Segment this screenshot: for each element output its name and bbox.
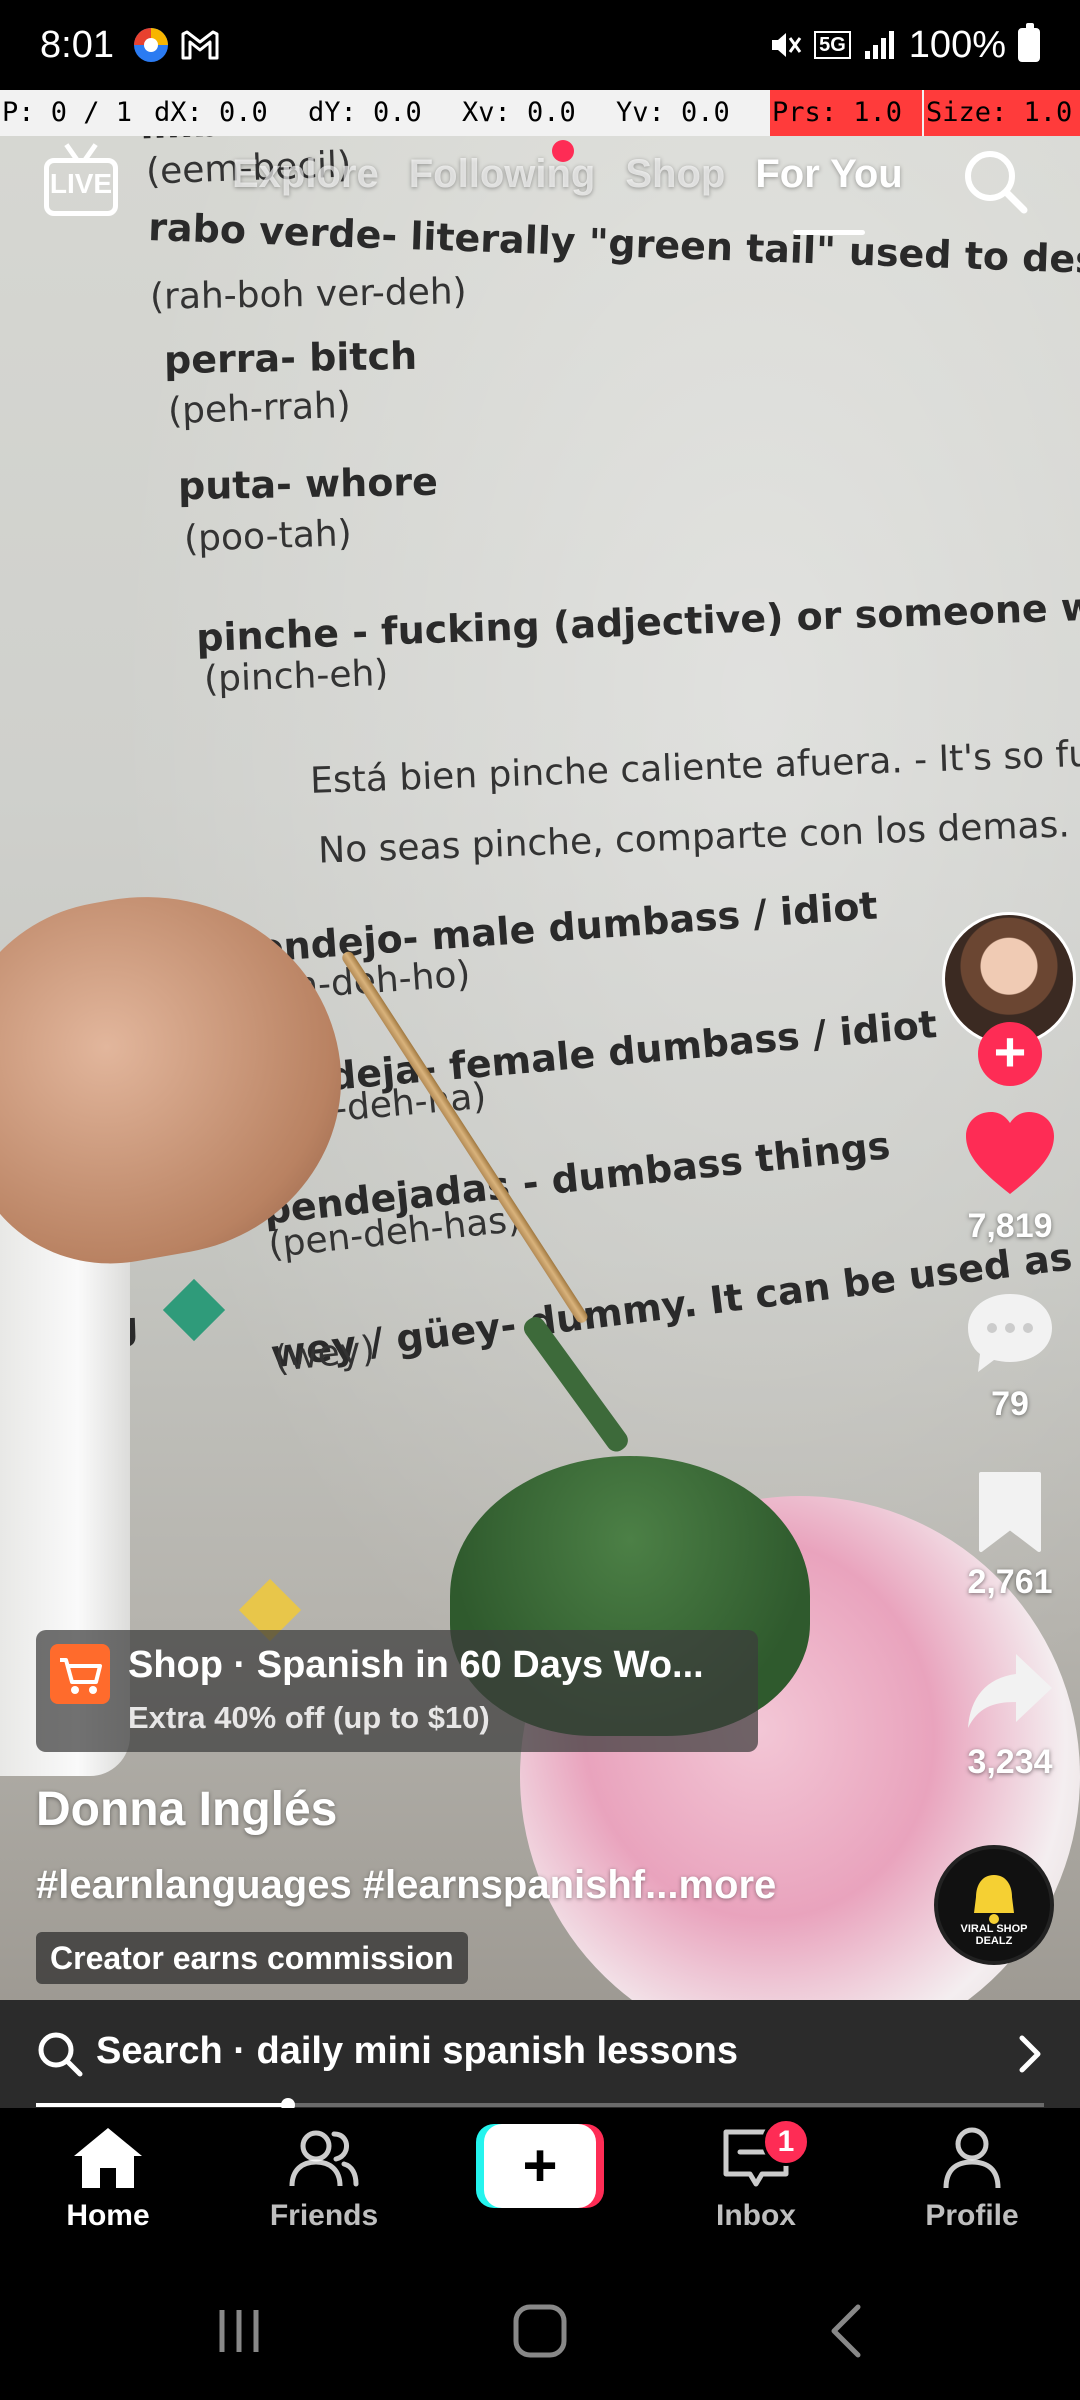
shop-title: Shop · Spanish in 60 Days Wo... [128,1644,704,1686]
creator-avatar-button[interactable]: + [942,912,1076,1086]
comment-icon [968,1294,1052,1372]
top-nav: LIVE Explore Following Shop For You [0,140,1080,250]
gmail-icon [181,30,219,60]
nav-profile-label: Profile [925,2199,1019,2232]
shop-product-card[interactable]: Shop · Spanish in 60 Days Wo... Extra 40… [36,1630,758,1752]
pointer-size: Size: 1.0 [924,90,1080,136]
pointer-count: P: 0 / 1 [2,97,133,128]
caption[interactable]: #learnlanguages #learnspanishf...more [36,1863,776,1908]
pointer-dy: dY: 0.0 [308,97,422,128]
pointer-dx: dX: 0.0 [154,97,268,128]
book-line: (peh-rrah) [167,384,352,433]
comment-count: 79 [991,1385,1029,1423]
caption-more-link[interactable]: ...more [645,1863,776,1907]
pointer-yv: Yv: 0.0 [616,97,730,128]
status-bar: 8:01 5G 100% [0,0,1080,90]
recent-apps-icon[interactable] [212,2304,266,2358]
status-right: 5G 100% [768,23,1040,67]
like-count: 7,819 [967,1207,1053,1245]
nav-friends[interactable]: Friends [234,2126,414,2233]
battery-icon [1018,23,1040,62]
book-line: puta- whore [177,459,439,509]
search-suggestion-text: Search · daily mini spanish lessons [96,2030,739,2072]
music-disc[interactable]: VIRAL SHOP DEALZ [934,1845,1054,1965]
battery-percent: 100% [908,23,1006,66]
shop-discount: Extra 40% off (up to $10) [128,1700,490,1735]
home-icon [74,2128,142,2188]
bottom-nav: Home Friends + 1 Inbox Profile [0,2108,1080,2258]
chevron-right-icon [1019,2035,1041,2073]
friends-icon [289,2130,359,2187]
live-label: LIVE [49,168,113,199]
playback-progress-fill [36,2103,288,2107]
shopping-cart-icon [50,1644,110,1704]
search-icon [38,2032,83,2077]
pointer-pressure: Prs: 1.0 [770,90,922,136]
signal-icon [864,31,894,59]
nav-inbox[interactable]: 1 Inbox [666,2118,846,2233]
bookmark-icon [979,1472,1041,1552]
book-line: (poo-tah) [183,513,353,560]
app-notification-icon [133,28,168,62]
nav-home[interactable]: Home [18,2126,198,2233]
network-indicator: 5G [814,31,851,59]
back-icon[interactable] [826,2303,866,2359]
live-button[interactable]: LIVE [44,146,118,216]
status-time: 8:01 [40,23,114,66]
share-button[interactable]: 3,234 [940,1650,1080,1782]
book-line: (pinch-eh) [203,652,389,701]
pointer-xv: Xv: 0.0 [462,97,576,128]
like-button[interactable]: 7,819 [940,1110,1080,1246]
create-button[interactable]: + [476,2124,604,2208]
profile-icon [943,2127,1001,2189]
follow-plus-icon[interactable]: + [978,1022,1042,1086]
tab-shop[interactable]: Shop [625,152,725,197]
book-line: (rah-boh ver-deh) [149,271,467,318]
share-count: 3,234 [967,1743,1053,1781]
nav-profile[interactable]: Profile [882,2126,1062,2233]
save-count: 2,761 [967,1563,1053,1601]
comment-button[interactable]: 79 [940,1290,1080,1424]
system-nav-bar [0,2258,1080,2400]
save-button[interactable]: 2,761 [940,1470,1080,1602]
caption-hashtags[interactable]: #learnlanguages #learnspanishf [36,1863,645,1907]
creator-username[interactable]: Donna Inglés [36,1782,337,1837]
plus-icon: + [484,2124,596,2208]
music-disc-label: VIRAL SHOP DEALZ [960,1923,1028,1947]
search-icon[interactable] [962,148,1028,214]
share-arrow-icon [968,1654,1052,1728]
tab-for-you[interactable]: For You [755,152,903,235]
pointer-location-bar: P: 0 / 1 dX: 0.0 dY: 0.0 Xv: 0.0 Yv: 0.0… [0,90,1080,136]
heart-icon [966,1112,1054,1194]
following-notification-dot [552,140,574,162]
mute-icon [772,33,802,57]
status-app-icons [132,26,220,64]
book-line: perra- bitch [163,333,418,383]
nav-home-label: Home [66,2199,150,2232]
tab-explore[interactable]: Explore [232,152,379,197]
home-system-icon[interactable] [512,2303,568,2359]
search-suggestion-bar[interactable]: Search · daily mini spanish lessons [0,2000,1080,2108]
inbox-badge: 1 [762,2118,810,2166]
nav-inbox-label: Inbox [716,2199,796,2232]
nav-friends-label: Friends [269,2199,379,2232]
playback-progress-bar[interactable] [36,2098,1044,2112]
commission-badge: Creator earns commission [36,1932,468,1984]
